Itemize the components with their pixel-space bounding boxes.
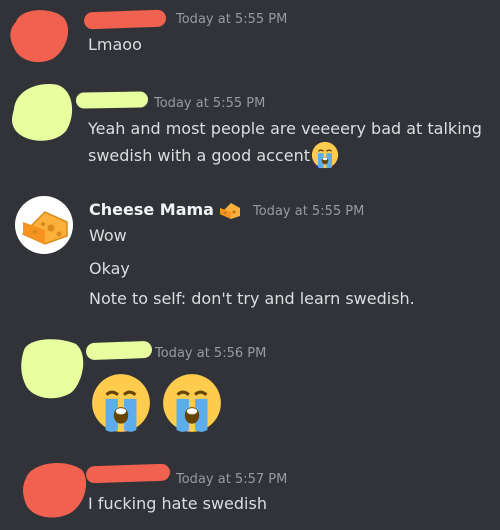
message-text: Wow xyxy=(89,226,127,245)
message-text: Lmaoo xyxy=(88,35,142,54)
message-3: Cheese Mama Today at 5:55 PM Wow Okay No… xyxy=(0,185,500,325)
avatar-scribble-green[interactable] xyxy=(18,334,88,402)
message-timestamp: Today at 5:56 PM xyxy=(155,346,267,361)
username-scribble[interactable] xyxy=(83,9,167,30)
username-scribble[interactable] xyxy=(75,91,149,109)
avatar-scribble-red[interactable] xyxy=(20,458,90,522)
jumbo-emoji-row xyxy=(88,370,225,440)
cheese-icon xyxy=(21,211,68,245)
message-timestamp: Today at 5:57 PM xyxy=(176,472,288,487)
avatar-scribble-red[interactable] xyxy=(6,4,72,64)
username-scribble[interactable] xyxy=(85,340,153,361)
message-text: Yeah and most people are veeeery bad at … xyxy=(88,119,482,138)
message-2: Today at 5:55 PM Yeah and most people ar… xyxy=(0,75,500,185)
cheese-icon xyxy=(220,203,240,219)
loudly-crying-face-icon xyxy=(311,141,339,168)
message-1: Today at 5:55 PM Lmaoo xyxy=(0,0,500,70)
message-text: Note to self: don't try and learn swedis… xyxy=(89,289,415,308)
message-timestamp: Today at 5:55 PM xyxy=(253,204,365,219)
message-text: Okay xyxy=(89,259,130,278)
message-timestamp: Today at 5:55 PM xyxy=(176,12,288,27)
message-5: Today at 5:57 PM I fucking hate swedish xyxy=(0,450,500,530)
message-text: I fucking hate swedish xyxy=(88,494,267,513)
username[interactable]: Cheese Mama xyxy=(89,200,214,219)
avatar-scribble-green[interactable] xyxy=(6,79,76,145)
avatar[interactable] xyxy=(15,196,73,254)
loudly-crying-face-icon xyxy=(163,374,221,432)
username-scribble[interactable] xyxy=(85,463,171,484)
message-text-line-2: swedish with a good accent xyxy=(88,141,340,170)
message-timestamp: Today at 5:55 PM xyxy=(154,96,266,111)
message-text: swedish with a good accent xyxy=(88,146,310,165)
loudly-crying-face-icon xyxy=(92,374,150,432)
message-4: Today at 5:56 PM xyxy=(0,330,500,440)
